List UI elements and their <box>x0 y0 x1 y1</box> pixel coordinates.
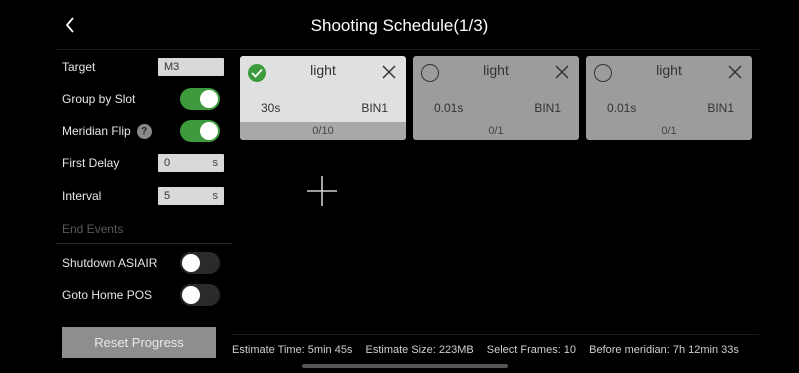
before-meridian: Before meridian: 7h 12min 33s <box>589 344 739 356</box>
interval-row: Interval 5 s <box>62 182 224 210</box>
card-exposure: 30s <box>261 101 281 115</box>
home-indicator <box>302 364 508 368</box>
card-bin: BIN1 <box>707 101 734 115</box>
shutdown-label: Shutdown ASIAIR <box>62 256 158 270</box>
select-frames: Select Frames: 10 <box>486 344 577 356</box>
first-delay-row: First Delay 0 s <box>62 149 224 177</box>
end-events-row: End Events <box>62 215 224 243</box>
interval-value: 5 <box>164 190 171 202</box>
estimate-size: Estimate Size: 223MB <box>365 344 474 356</box>
target-row: Target M3 <box>62 53 224 81</box>
interval-field[interactable]: 5 s <box>158 187 224 205</box>
toggle-knob <box>182 254 200 272</box>
card-exposure: 0.01s <box>607 101 637 115</box>
sequence-card[interactable]: light 0.01s BIN1 0/1 <box>586 56 752 140</box>
card-bin: BIN1 <box>534 101 561 115</box>
close-icon[interactable] <box>381 64 397 80</box>
first-delay-value: 0 <box>164 157 171 169</box>
first-delay-field[interactable]: 0 s <box>158 154 224 172</box>
card-progress: 0/1 <box>488 125 504 137</box>
add-sequence-button[interactable] <box>306 175 338 207</box>
target-label: Target <box>62 60 96 74</box>
shutdown-row: Shutdown ASIAIR <box>62 249 224 277</box>
interval-label: Interval <box>62 189 102 203</box>
help-icon[interactable]: ? <box>136 123 152 139</box>
toggle-knob <box>200 90 218 108</box>
end-events-label: End Events <box>62 222 124 236</box>
toggle-knob <box>182 286 200 304</box>
close-icon[interactable] <box>727 64 743 80</box>
group-by-slot-toggle[interactable] <box>180 88 220 110</box>
group-by-slot-row: Group by Slot <box>62 85 224 113</box>
target-field[interactable]: M3 <box>158 58 224 76</box>
first-delay-label: First Delay <box>62 156 120 170</box>
shutdown-toggle[interactable] <box>180 252 220 274</box>
interval-unit: s <box>212 190 219 202</box>
card-exposure: 0.01s <box>434 101 464 115</box>
estimate-time: Estimate Time: 5min 45s <box>232 344 353 356</box>
goto-home-toggle[interactable] <box>180 284 220 306</box>
settings-sidebar: Target M3 Group by Slot Meridian Flip ? … <box>56 50 232 373</box>
card-bin: BIN1 <box>361 101 388 115</box>
meridian-flip-toggle[interactable] <box>180 120 220 142</box>
sequence-card[interactable]: light 30s BIN1 0/10 <box>240 56 406 140</box>
status-divider <box>232 334 759 335</box>
status-bar: Estimate Time: 5min 45s Estimate Size: 2… <box>232 344 749 356</box>
meridian-flip-label: Meridian Flip <box>62 124 131 138</box>
target-value: M3 <box>164 61 180 73</box>
header-bar: Shooting Schedule(1/3) <box>0 0 799 50</box>
meridian-flip-row: Meridian Flip ? <box>62 117 224 145</box>
sidebar-divider <box>56 243 232 244</box>
sequence-card[interactable]: light 0.01s BIN1 0/1 <box>413 56 579 140</box>
goto-home-label: Goto Home POS <box>62 288 153 302</box>
page-title: Shooting Schedule(1/3) <box>310 16 489 35</box>
card-progress: 0/10 <box>312 125 334 137</box>
toggle-knob <box>200 122 218 140</box>
reset-progress-button[interactable]: Reset Progress <box>62 327 216 358</box>
card-progress: 0/1 <box>661 125 677 137</box>
group-by-slot-label: Group by Slot <box>62 92 136 106</box>
goto-home-row: Goto Home POS <box>62 281 224 309</box>
close-icon[interactable] <box>554 64 570 80</box>
first-delay-unit: s <box>212 157 219 169</box>
